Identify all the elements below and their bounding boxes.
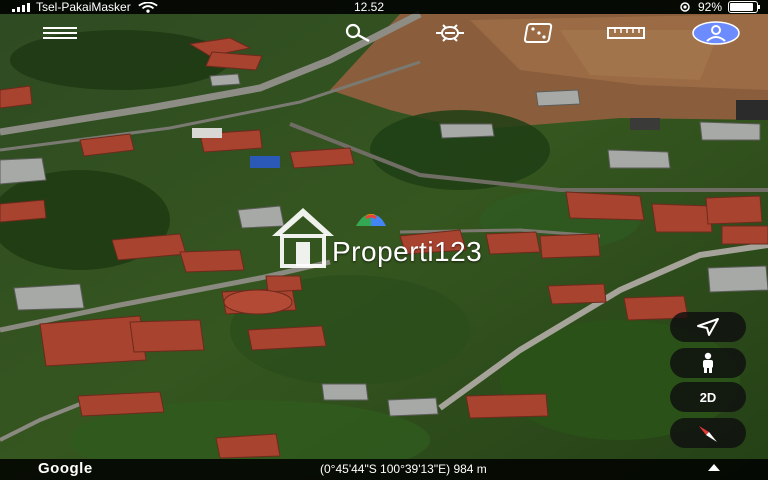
clock: 12.52 (354, 0, 385, 14)
street-view-button[interactable] (670, 348, 746, 378)
bottom-bar: Google (0°45'44"S 100°39'13"E) 984 m (0, 459, 768, 480)
google-logo: Google (38, 460, 93, 477)
voyager-icon (436, 24, 464, 42)
compass-button[interactable] (670, 418, 746, 448)
status-right: 92% (678, 0, 760, 14)
properti123-watermark: Properti123 (270, 206, 510, 272)
measure-button[interactable] (604, 14, 648, 52)
menu-button[interactable] (40, 14, 80, 52)
carrier-info: Tsel-PakaiMasker (12, 0, 159, 14)
pegman-icon (703, 352, 713, 373)
compass-icon (699, 426, 717, 442)
place-marker-icon[interactable] (354, 208, 388, 230)
view-mode-label: 2D (699, 389, 717, 405)
search-button[interactable] (340, 14, 376, 52)
voyager-button[interactable] (430, 14, 470, 52)
carrier-name: Tsel-PakaiMasker (36, 0, 131, 14)
watermark-brand: Properti123 (332, 236, 483, 267)
chevron-up-icon[interactable] (708, 464, 720, 471)
map-toolbar (0, 14, 768, 52)
status-bar: Tsel-PakaiMasker 12.52 92% (0, 0, 768, 14)
signal-icon (12, 2, 30, 12)
coordinates-readout: (0°45'44"S 100°39'13"E) 984 m (320, 462, 487, 476)
feeling-lucky-button[interactable] (518, 14, 558, 52)
house-logo (272, 208, 334, 268)
account-button[interactable] (688, 14, 744, 52)
dice-icon (523, 23, 553, 43)
wifi-icon (138, 1, 158, 13)
navigate-button[interactable] (670, 312, 746, 342)
view-mode-toggle[interactable]: 2D (670, 382, 746, 412)
profile-icon (692, 21, 740, 45)
location-indicator-icon (680, 2, 690, 12)
battery-percent: 92% (697, 0, 722, 14)
menu-icon (43, 27, 77, 39)
navigate-arrow-icon (697, 318, 719, 336)
ruler-icon (607, 27, 645, 39)
search-icon (345, 23, 370, 43)
battery-icon (728, 1, 760, 13)
